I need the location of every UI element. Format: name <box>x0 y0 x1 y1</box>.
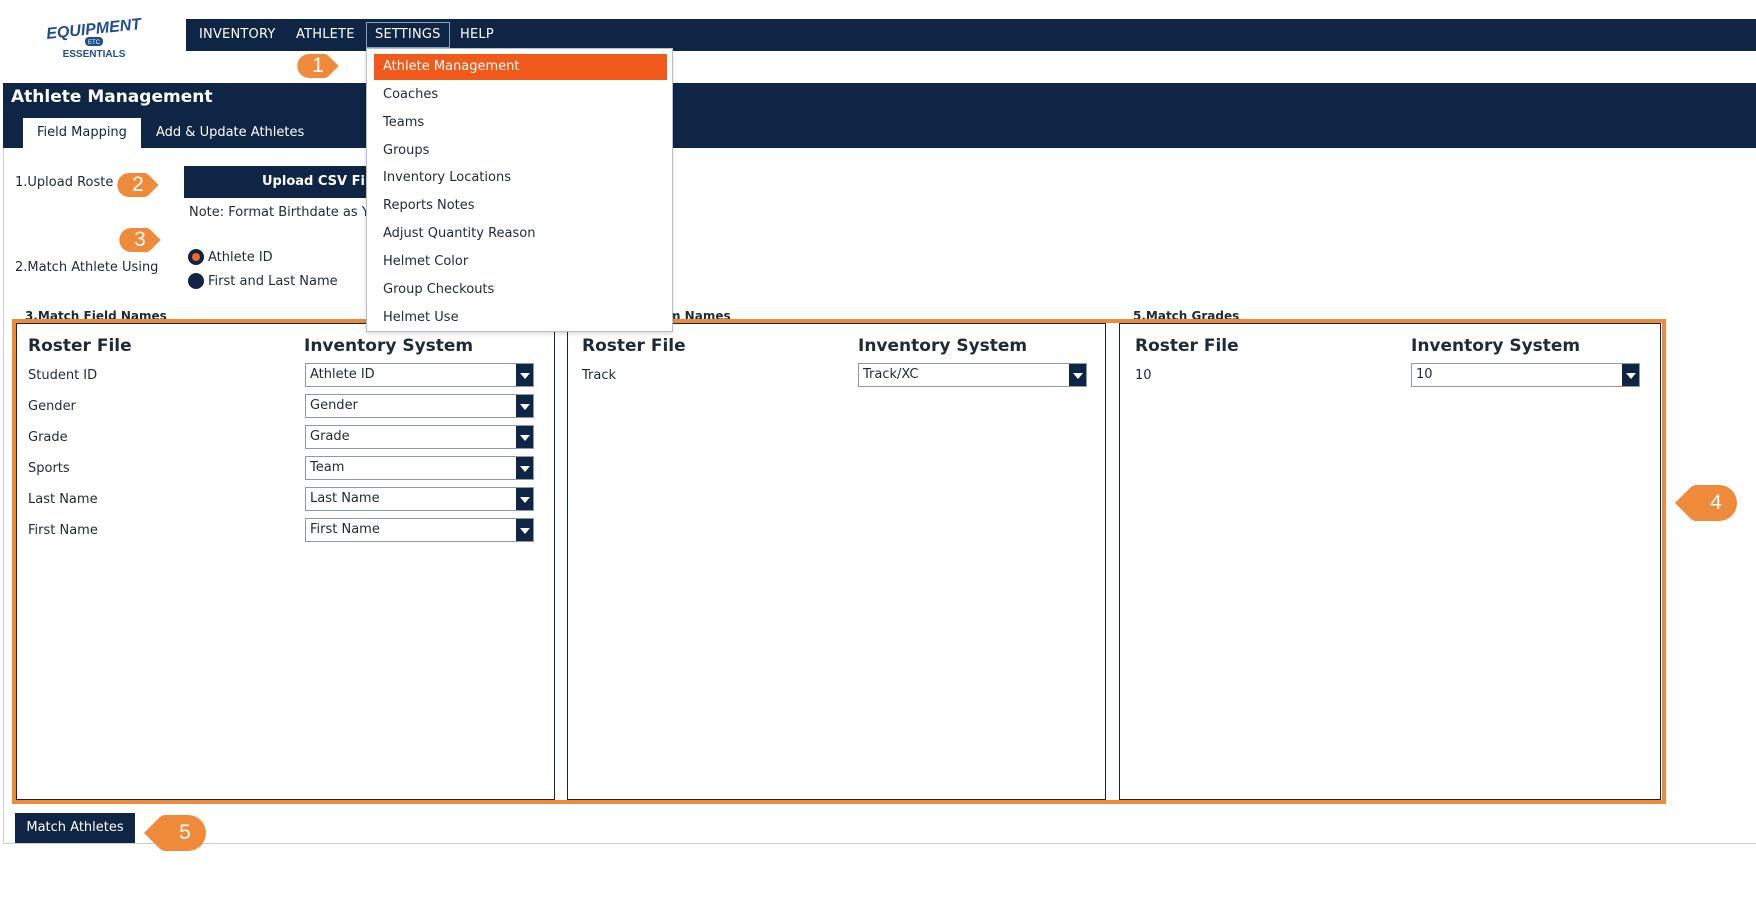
logo-line2: ESSENTIALS <box>63 49 126 60</box>
birthdate-format-note: Note: Format Birthdate as Y <box>189 205 370 220</box>
radio-athlete-id-label: Athlete ID <box>208 249 273 265</box>
roster-field-label: Gender <box>28 399 76 414</box>
system-field-select[interactable]: Team <box>305 456 534 480</box>
radio-athlete-id[interactable]: Athlete ID <box>188 247 273 267</box>
chevron-down-icon <box>516 488 533 510</box>
menu-item-adjust-quantity-reason[interactable]: Adjust Quantity Reason <box>367 221 672 247</box>
system-grade-select[interactable]: 10 <box>1411 363 1640 387</box>
upload-roster-label: 1.Upload Roste <box>15 175 114 190</box>
chevron-down-icon <box>516 457 533 479</box>
tab-add-update-athletes[interactable]: Add & Update Athletes <box>142 118 318 148</box>
nav-inventory[interactable]: INVENTORY <box>191 22 284 48</box>
menu-item-helmet-use[interactable]: Helmet Use <box>367 305 672 331</box>
system-field-select[interactable]: Gender <box>305 394 534 418</box>
callout-1: 1 <box>296 46 340 86</box>
inventory-system-header: Inventory System <box>1411 336 1581 356</box>
tab-field-mapping[interactable]: Field Mapping <box>23 118 141 148</box>
nav-athlete[interactable]: ATHLETE <box>288 22 363 48</box>
chevron-down-icon <box>516 364 533 386</box>
roster-grade-label: 10 <box>1135 368 1152 383</box>
menu-item-groups[interactable]: Groups <box>367 138 672 164</box>
logo-badge: ETC <box>88 40 101 46</box>
equipment-essentials-logo[interactable]: EQUIPMENT ETC ESSENTIALS <box>44 12 144 60</box>
roster-field-label: First Name <box>28 523 98 538</box>
nav-settings[interactable]: SETTINGS <box>366 22 450 48</box>
chevron-down-icon <box>516 519 533 541</box>
upload-csv-button[interactable]: Upload CSV File <box>184 166 374 198</box>
roster-file-header: Roster File <box>1135 336 1239 356</box>
roster-field-label: Student ID <box>28 368 98 383</box>
callout-5: 5 <box>142 813 208 853</box>
chevron-down-icon <box>1622 364 1639 386</box>
grade-mapping-panel: Roster File Inventory System 10 10 <box>1119 323 1661 800</box>
menu-item-inventory-locations[interactable]: Inventory Locations <box>367 165 672 191</box>
page-title: Athlete Management <box>11 87 213 107</box>
radio-unchecked-icon[interactable] <box>188 273 204 289</box>
section-match-grades: 5.Match Grades <box>1133 309 1240 319</box>
top-navigation-bar: INVENTORY ATHLETE SETTINGS HELP <box>186 19 1756 51</box>
chevron-down-icon <box>516 426 533 448</box>
menu-item-group-checkouts[interactable]: Group Checkouts <box>367 277 672 303</box>
system-team-select[interactable]: Track/XC <box>858 363 1087 387</box>
match-athletes-button[interactable]: Match Athletes <box>15 813 135 843</box>
menu-item-coaches[interactable]: Coaches <box>367 82 672 108</box>
callout-3: 3 <box>118 220 162 260</box>
menu-item-athlete-management[interactable]: Athlete Management <box>374 54 667 80</box>
radio-first-last-name[interactable]: First and Last Name <box>188 271 338 291</box>
menu-item-teams[interactable]: Teams <box>367 110 672 136</box>
field-mapping-panel: Roster File Inventory System Student ID … <box>16 323 555 800</box>
system-field-select[interactable]: Athlete ID <box>305 363 534 387</box>
system-field-select[interactable]: Last Name <box>305 487 534 511</box>
match-athlete-label: 2.Match Athlete Using <box>15 260 159 275</box>
chevron-down-icon <box>1069 364 1086 386</box>
radio-first-last-name-label: First and Last Name <box>208 273 338 289</box>
roster-field-label: Grade <box>28 430 68 445</box>
menu-item-helmet-color[interactable]: Helmet Color <box>367 249 672 275</box>
roster-team-label: Track <box>582 368 617 383</box>
team-mapping-panel: Roster File Inventory System Track Track… <box>567 323 1106 800</box>
tab-bar: Field Mapping Add & Update Athletes <box>3 113 1756 148</box>
page-header-bar: Athlete Management <box>3 83 1756 113</box>
chevron-down-icon <box>516 395 533 417</box>
inventory-system-header: Inventory System <box>858 336 1028 356</box>
callout-4: 4 <box>1673 483 1739 523</box>
roster-field-label: Sports <box>28 461 70 476</box>
system-field-select[interactable]: Grade <box>305 425 534 449</box>
system-field-select[interactable]: First Name <box>305 518 534 542</box>
section-match-field-names: 3.Match Field Names <box>25 309 167 319</box>
roster-file-header: Roster File <box>28 336 132 356</box>
nav-help[interactable]: HELP <box>452 22 502 48</box>
settings-dropdown-menu: Athlete Management Coaches Teams Groups … <box>366 48 673 332</box>
menu-item-reports-notes[interactable]: Reports Notes <box>367 193 672 219</box>
section-match-team-names: m Names <box>668 309 731 319</box>
roster-field-label: Last Name <box>28 492 98 507</box>
radio-checked-icon[interactable] <box>188 249 204 265</box>
roster-file-header: Roster File <box>582 336 686 356</box>
callout-2: 2 <box>116 165 160 205</box>
inventory-system-header: Inventory System <box>304 336 474 356</box>
